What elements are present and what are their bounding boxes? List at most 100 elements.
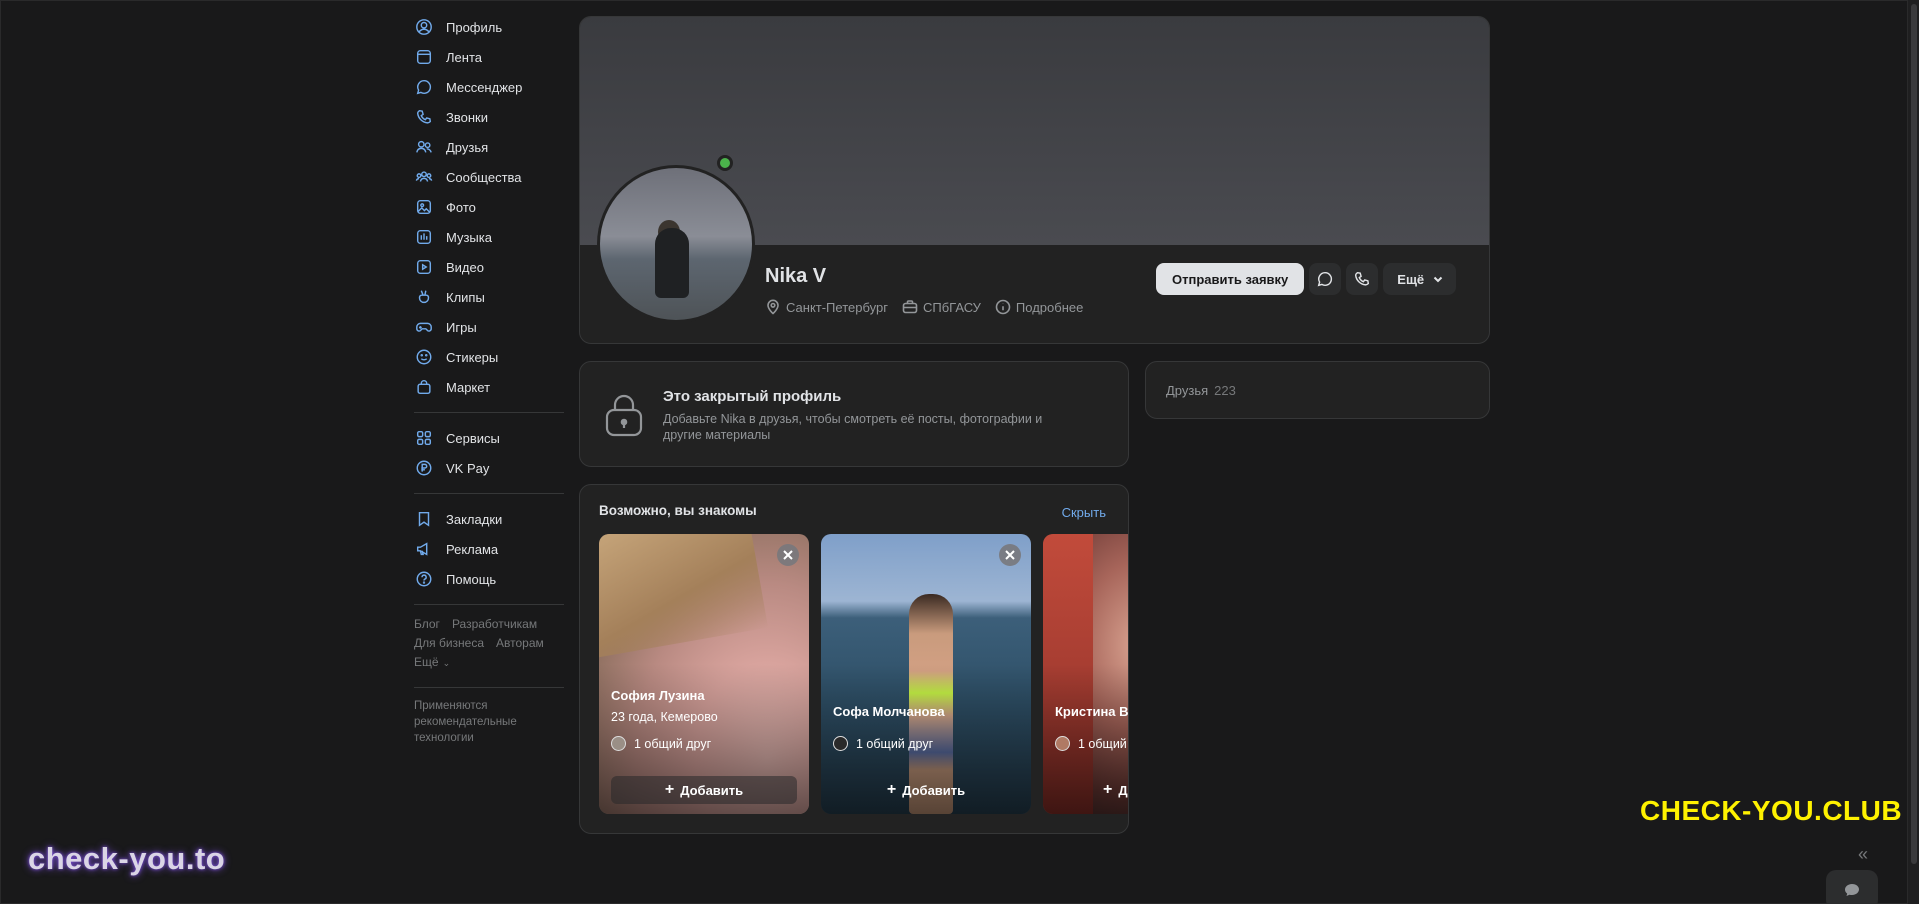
sidebar-item-bookmarks[interactable]: Закладки: [410, 504, 570, 534]
suggestion-name[interactable]: Софа Молчанова: [833, 704, 945, 719]
footer-link-authors[interactable]: Авторам: [496, 636, 544, 650]
add-friend-button[interactable]: + Д: [1055, 776, 1128, 804]
hide-suggestions-link[interactable]: Скрыть: [1062, 505, 1106, 520]
sidebar-item-messenger[interactable]: Мессенджер: [410, 72, 570, 102]
sidebar-item-ads[interactable]: Реклама: [410, 534, 570, 564]
sidebar-divider: [414, 493, 564, 494]
mutual-friend-avatar: [611, 736, 626, 751]
sidebar-item-label: Видео: [446, 259, 484, 275]
add-friend-button[interactable]: + Добавить: [833, 776, 1019, 804]
avatar-figure: [655, 228, 689, 298]
watermark-left: check-you.to: [28, 841, 226, 876]
collapse-chats-button[interactable]: «: [1858, 844, 1868, 865]
suggestions-carousel: София Лузина 23 года, Кемерово 1 общий д…: [599, 534, 1128, 814]
message-button[interactable]: [1309, 263, 1342, 295]
communities-icon: [414, 167, 434, 187]
recommendation-note: Применяются рекомендательные технологии: [414, 700, 517, 744]
sidebar-item-photo[interactable]: Фото: [410, 192, 570, 222]
sidebar-item-label: Музыка: [446, 229, 492, 245]
sidebar-item-feed[interactable]: Лента: [410, 42, 570, 72]
profile-header: Nika V Санкт-Петербург СПбГАСУ Подробнее…: [579, 16, 1490, 344]
sidebar-item-label: Стикеры: [446, 349, 499, 365]
sidebar-item-communities[interactable]: Сообщества: [410, 162, 570, 192]
footer-links: Блог Разработчикам Для бизнеса Авторам Ещё…: [410, 615, 570, 673]
megaphone-icon: [414, 539, 434, 559]
gamepad-icon: [414, 317, 434, 337]
sidebar-item-label: VK Pay: [446, 460, 490, 476]
suggestion-name[interactable]: Кристина В: [1055, 704, 1128, 719]
sidebar-item-help[interactable]: Помощь: [410, 564, 570, 594]
sidebar-item-label: Мессенджер: [446, 79, 523, 95]
suggestions-title: Возможно, вы знакомы: [599, 503, 757, 518]
sidebar-item-label: Сообщества: [446, 169, 522, 185]
suggestion-name[interactable]: София Лузина: [611, 688, 705, 703]
sidebar-item-friends[interactable]: Друзья: [410, 132, 570, 162]
more-actions-button[interactable]: Ещё: [1383, 263, 1457, 295]
info-icon: [995, 299, 1011, 315]
chats-button[interactable]: [1826, 870, 1878, 904]
footer-link-business[interactable]: Для бизнеса: [414, 636, 484, 650]
friends-label: Друзья: [1166, 382, 1209, 398]
closed-profile-description: Добавьте Nika в друзья, чтобы смотреть е…: [663, 412, 1043, 442]
sidebar-item-stickers[interactable]: Стикеры: [410, 342, 570, 372]
sidebar-item-market[interactable]: Маркет: [410, 372, 570, 402]
plus-icon: +: [886, 781, 897, 798]
location-pin-icon: [767, 299, 779, 315]
closed-profile-title: Это закрытый профиль: [663, 388, 842, 405]
suggestion-mutual-friends: 1 общий друг: [833, 736, 933, 751]
sidebar-item-vkpay[interactable]: VK Pay: [410, 453, 570, 483]
clips-icon: [414, 287, 434, 307]
mutual-friends-label: 1 общий друг: [634, 736, 712, 751]
phone-icon: [414, 107, 434, 127]
vkpay-icon: [414, 458, 434, 478]
scrollbar-thumb[interactable]: [1911, 4, 1917, 864]
grid-icon: [414, 428, 434, 448]
sidebar-item-label: Профиль: [446, 19, 503, 35]
footer-link-more[interactable]: Ещё ⌄: [414, 655, 462, 669]
sidebar-item-clips[interactable]: Клипы: [410, 282, 570, 312]
bag-icon: [414, 377, 434, 397]
sidebar-item-music[interactable]: Музыка: [410, 222, 570, 252]
suggestion-card[interactable]: Кристина В 1 общий + Д: [1043, 534, 1128, 814]
mutual-friends-label: 1 общий друг: [856, 736, 934, 751]
call-button[interactable]: [1346, 263, 1379, 295]
dismiss-suggestion-button[interactable]: [999, 544, 1021, 566]
add-friend-label: Добавить: [902, 782, 966, 798]
sidebar-item-label: Закладки: [446, 511, 503, 527]
mutual-friend-avatar: [833, 736, 848, 751]
footer-link-developers[interactable]: Разработчикам: [452, 617, 537, 631]
add-friend-label: Д: [1118, 782, 1128, 798]
sidebar-item-label: Помощь: [446, 571, 497, 587]
add-friend-label: Добавить: [680, 782, 744, 798]
profile-actions: Отправить заявку Ещё: [1156, 263, 1457, 295]
suggestion-card[interactable]: София Лузина 23 года, Кемерово 1 общий д…: [599, 534, 809, 814]
plus-icon: +: [664, 781, 675, 798]
briefcase-icon: [902, 300, 918, 314]
sidebar-item-services[interactable]: Сервисы: [410, 423, 570, 453]
suggestion-mutual-friends: 1 общий друг: [611, 736, 711, 751]
profile-university: СПбГАСУ: [902, 299, 981, 315]
avatar[interactable]: [597, 165, 755, 323]
sidebar-item-games[interactable]: Игры: [410, 312, 570, 342]
avatar-photo: [600, 168, 752, 320]
online-indicator: [717, 155, 733, 171]
sidebar-item-label: Фото: [446, 199, 476, 215]
add-friend-button[interactable]: + Добавить: [611, 776, 797, 804]
footer-link-blog[interactable]: Блог: [414, 617, 440, 631]
mutual-friends-label: 1 общий: [1078, 736, 1127, 751]
profile-name: Nika V: [765, 265, 827, 287]
user-circle-icon: [414, 17, 434, 37]
sidebar-item-label: Сервисы: [446, 430, 500, 446]
sidebar-item-profile[interactable]: Профиль: [410, 12, 570, 42]
page-scrollbar[interactable]: [1907, 0, 1919, 904]
sidebar-item-calls[interactable]: Звонки: [410, 102, 570, 132]
profile-details-link[interactable]: Подробнее: [995, 299, 1083, 315]
profile-city: Санкт-Петербург: [765, 299, 888, 315]
suggestion-card[interactable]: Софа Молчанова 1 общий друг + Добавить: [821, 534, 1031, 814]
sidebar-item-label: Лента: [446, 49, 482, 65]
friends-block[interactable]: Друзья 223: [1145, 361, 1490, 419]
send-request-button[interactable]: Отправить заявку: [1156, 263, 1305, 295]
double-chevron-left-icon: «: [1858, 844, 1869, 864]
sidebar-item-video[interactable]: Видео: [410, 252, 570, 282]
dismiss-suggestion-button[interactable]: [777, 544, 799, 566]
